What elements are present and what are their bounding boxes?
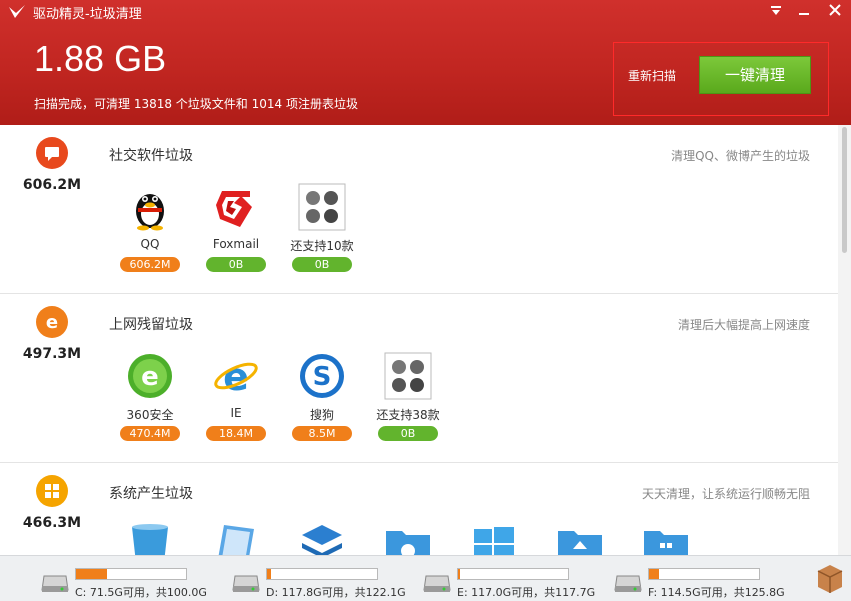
size-badge: 0B xyxy=(378,426,438,441)
section-title: 上网残留垃圾 xyxy=(109,317,193,333)
section-size: 606.2M xyxy=(22,177,82,193)
disk-label: E: 117.0G可用，共117.7G xyxy=(457,586,596,599)
windows-icon xyxy=(36,475,68,507)
app-item-ie[interactable]: e IE 18.4M xyxy=(196,352,276,452)
sogou-icon: S xyxy=(300,354,344,398)
app-name: Foxmail xyxy=(212,237,260,251)
chat-icon xyxy=(36,137,68,169)
app-name: IE xyxy=(230,406,242,420)
section-description: 天天清理，让系统运行顺畅无阻 xyxy=(641,487,810,501)
section-size: 466.3M xyxy=(22,515,82,531)
minimize-icon[interactable] xyxy=(794,2,814,22)
disk-d: D: 117.8G可用，共122.1G xyxy=(231,564,421,599)
scan-summary: 扫描完成，可清理 13818 个垃圾文件和 1014 项注册表垃圾 xyxy=(34,97,358,111)
disk-usage-fill xyxy=(458,569,460,579)
disk-c: C: 71.5G可用，共100.0G xyxy=(40,564,230,599)
hard-drive-icon xyxy=(423,575,451,592)
foxmail-icon xyxy=(216,191,252,227)
app-name: 还支持38款 xyxy=(376,408,440,422)
more-apps-icon xyxy=(298,183,346,231)
recycle-bin-icon xyxy=(132,524,168,555)
disk-usage-bar xyxy=(75,568,187,580)
section-description: 清理QQ、微博产生的垃圾 xyxy=(671,149,810,163)
svg-text:e: e xyxy=(46,312,58,333)
ie-icon: e xyxy=(214,355,258,399)
hard-drive-icon xyxy=(614,575,642,592)
folder-ie-icon xyxy=(386,531,430,555)
disk-e: E: 117.0G可用，共117.7G xyxy=(422,564,612,599)
disk-usage-bar xyxy=(648,568,760,580)
app-item-more-browsers[interactable]: 还支持38款 0B xyxy=(368,352,448,452)
header: 驱动精灵-垃圾清理 1.88 GB 扫描完成，可清理 13818 个垃圾文件和 … xyxy=(0,0,851,125)
size-badge: 606.2M xyxy=(120,257,180,272)
one-click-clean-button[interactable]: 一键清理 xyxy=(699,56,811,94)
app-logo-icon xyxy=(9,5,25,18)
size-badge: 0B xyxy=(292,257,352,272)
svg-text:S: S xyxy=(313,362,332,392)
size-badge: 0B xyxy=(206,257,266,272)
size-badge: 18.4M xyxy=(206,426,266,441)
section-description: 清理后大幅提高上网速度 xyxy=(677,318,810,332)
layers-icon xyxy=(302,525,342,555)
scrollbar-thumb[interactable] xyxy=(842,127,847,253)
windows-tiles-icon xyxy=(474,527,514,555)
hard-drive-icon xyxy=(41,575,69,592)
section-browser: e 497.3M 上网残留垃圾 清理后大幅提高上网速度 e 360安全 470.… xyxy=(0,294,838,463)
section-title: 社交软件垃圾 xyxy=(109,148,193,164)
app-name: QQ xyxy=(140,237,160,251)
section-title: 系统产生垃圾 xyxy=(109,486,193,502)
close-icon[interactable] xyxy=(825,2,845,22)
disk-label: F: 114.5G可用，共125.8G xyxy=(648,586,785,599)
hard-drive-icon xyxy=(232,575,260,592)
app-item-foxmail[interactable]: Foxmail 0B xyxy=(196,183,276,283)
section-social: 606.2M 社交软件垃圾 清理QQ、微博产生的垃圾 QQ 606.2M Fox… xyxy=(0,125,838,294)
disk-usage-bar xyxy=(266,568,378,580)
size-badge: 470.4M xyxy=(120,426,180,441)
window-title: 驱动精灵-垃圾清理 xyxy=(33,7,142,22)
section-system: 466.3M 系统产生垃圾 天天清理，让系统运行顺畅无阻 xyxy=(0,463,838,555)
title-bar[interactable]: 驱动精灵-垃圾清理 xyxy=(0,0,851,24)
app-item-qq[interactable]: QQ 606.2M xyxy=(110,183,190,283)
app-name: 360安全 xyxy=(126,408,174,422)
toolbox-icon[interactable] xyxy=(816,563,844,593)
more-browsers-icon xyxy=(384,352,432,400)
menu-dropdown-icon[interactable] xyxy=(766,2,786,22)
size-badge: 8.5M xyxy=(292,426,352,441)
svg-text:e: e xyxy=(223,355,249,399)
svg-text:e: e xyxy=(141,362,159,392)
app-item-more-social[interactable]: 还支持10款 0B xyxy=(282,183,362,283)
disk-usage-bar xyxy=(457,568,569,580)
rescan-button[interactable]: 重新扫描 xyxy=(628,67,676,84)
folder-upload-icon xyxy=(558,531,602,555)
qq-icon xyxy=(136,194,164,231)
app-name: 搜狗 xyxy=(309,408,334,422)
disk-label: C: 71.5G可用，共100.0G xyxy=(75,586,207,599)
scrollbar[interactable] xyxy=(838,125,851,555)
total-junk-size: 1.88 GB xyxy=(34,38,167,79)
disk-label: D: 117.8G可用，共122.1G xyxy=(266,586,406,599)
disk-status-bar: C: 71.5G可用，共100.0G D: 117.8G可用，共122.1G E… xyxy=(0,555,851,601)
disk-usage-fill xyxy=(267,569,271,579)
disk-usage-fill xyxy=(649,569,659,579)
browser-e-icon: e xyxy=(36,306,68,338)
disk-usage-fill xyxy=(76,569,107,579)
360-browser-icon: e xyxy=(128,354,172,398)
app-item-360[interactable]: e 360安全 470.4M xyxy=(110,352,190,452)
section-size: 497.3M xyxy=(22,346,82,362)
app-item-sogou[interactable]: S 搜狗 8.5M xyxy=(282,352,362,452)
document-icon xyxy=(218,525,254,555)
folder-windows-icon xyxy=(644,531,688,555)
disk-f: F: 114.5G可用，共125.8G xyxy=(613,564,803,599)
app-name: 还支持10款 xyxy=(290,239,354,253)
